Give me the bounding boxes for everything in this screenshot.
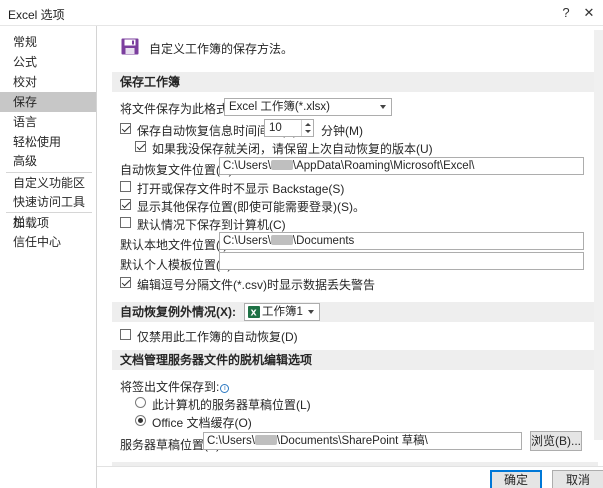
office-cache-label: Office 文档缓存(O) <box>152 416 252 430</box>
autorecover-location-prefix: C:\Users\ <box>223 160 271 172</box>
keep-last-version-label: 如果我没保存就关闭，请保留上次自动恢复的版本(U) <box>152 142 433 156</box>
autorecover-location-input[interactable]: C:\Users\ \AppData\Roaming\Microsoft\Exce… <box>219 157 584 175</box>
server-drafts-radio[interactable] <box>135 397 146 408</box>
autorecover-minutes-value: 10 <box>269 122 282 134</box>
default-local-location-prefix: C:\Users\ <box>223 235 271 247</box>
personal-template-label: 默认个人模板位置(T): <box>120 258 235 272</box>
autorecover-checkbox[interactable] <box>120 123 131 134</box>
chevron-down-icon <box>308 310 314 314</box>
default-local-location-input[interactable]: C:\Users\ \Documents <box>219 232 584 250</box>
sidebar-item-add-ins[interactable]: 加载项 <box>0 213 96 233</box>
spinner-down-icon[interactable] <box>305 130 311 133</box>
sidebar-item-proofing[interactable]: 校对 <box>0 72 96 92</box>
sidebar: 常规 公式 校对 保存 语言 轻松使用 高级 自定义功能区 快速访问工具栏 加载… <box>0 26 97 488</box>
redacted-username <box>270 235 293 245</box>
window-title: Excel 选项 <box>8 8 65 22</box>
no-backstage-checkbox[interactable] <box>120 181 131 192</box>
info-icon: i <box>220 384 230 393</box>
show-more-locations-label: 显示其他保存位置(即使可能需要登录)(S)。 <box>137 200 365 214</box>
browse-button[interactable]: 浏览(B)... <box>530 431 582 451</box>
help-button[interactable]: ? <box>555 3 577 23</box>
cancel-button[interactable]: 取消 <box>552 470 603 488</box>
office-cache-radio[interactable] <box>135 415 146 426</box>
sidebar-item-general[interactable]: 常规 <box>0 32 96 52</box>
page-header-text: 自定义工作簿的保存方法。 <box>149 42 294 56</box>
default-local-location-label: 默认本地文件位置(I): <box>120 238 231 252</box>
sidebar-item-trust-center[interactable]: 信任中心 <box>0 232 96 252</box>
title-bar: Excel 选项 ? ✕ <box>0 0 603 26</box>
show-more-locations-checkbox[interactable] <box>120 199 131 210</box>
autorecover-workbook-value: 工作簿1 <box>262 306 303 318</box>
svg-text:X: X <box>251 309 258 318</box>
sidebar-item-formulas[interactable]: 公式 <box>0 52 96 72</box>
ok-button[interactable]: 确定 <box>490 470 542 488</box>
section-save-workbooks: 保存工作簿 <box>112 72 598 92</box>
default-local-location-suffix: \Documents <box>292 235 355 247</box>
sidebar-item-customize-ribbon[interactable]: 自定义功能区 <box>0 173 96 193</box>
chevron-down-icon <box>380 105 386 109</box>
csv-warning-checkbox[interactable] <box>120 277 131 288</box>
sidebar-item-quick-access[interactable]: 快速访问工具栏 <box>0 192 96 229</box>
save-to-computer-checkbox[interactable] <box>120 217 131 228</box>
disable-autorecover-checkbox[interactable] <box>120 329 131 340</box>
save-format-value: Excel 工作簿(*.xlsx) <box>229 101 330 113</box>
autorecover-workbook-select[interactable]: X 工作簿1 <box>244 303 320 321</box>
save-checked-out-text: 将签出文件保存到: <box>120 380 220 394</box>
save-to-computer-label: 默认情况下保存到计算机(C) <box>137 218 286 232</box>
keep-last-version-checkbox[interactable] <box>135 141 146 152</box>
redacted-username <box>254 435 277 445</box>
no-backstage-label: 打开或保存文件时不显示 Backstage(S) <box>137 182 345 196</box>
sidebar-item-advanced[interactable]: 高级 <box>0 151 96 171</box>
disable-autorecover-label: 仅禁用此工作簿的自动恢复(D) <box>137 330 298 344</box>
server-drafts-location-input[interactable]: C:\Users\ \Documents\SharePoint 草稿\ <box>203 432 522 450</box>
excel-workbook-icon: X <box>248 306 260 318</box>
content-pane: 自定义工作簿的保存方法。 保存工作簿 将文件保存为此格式(F): Excel 工… <box>97 26 603 488</box>
section-offline-editing: 文档管理服务器文件的脱机编辑选项 <box>112 350 598 370</box>
minutes-label: 分钟(M) <box>321 124 363 138</box>
dialog-footer: 确定 取消 <box>97 466 603 488</box>
server-drafts-location-prefix: C:\Users\ <box>207 435 255 447</box>
server-drafts-location-suffix: \Documents\SharePoint 草稿\ <box>276 435 428 447</box>
personal-template-input[interactable] <box>219 252 584 270</box>
vertical-scrollbar[interactable] <box>594 30 603 440</box>
csv-warning-label: 编辑逗号分隔文件(*.csv)时显示数据丢失警告 <box>137 278 375 292</box>
section-autorecover-exceptions: 自动恢复例外情况(X): <box>112 302 598 322</box>
save-checked-out-label: 将签出文件保存到: i <box>120 378 230 395</box>
spinner-arrows[interactable] <box>301 120 313 136</box>
save-format-select[interactable]: Excel 工作簿(*.xlsx) <box>224 98 392 116</box>
autorecover-minutes-spinner[interactable]: 10 <box>264 119 314 137</box>
spinner-up-icon[interactable] <box>305 123 311 126</box>
close-button[interactable]: ✕ <box>578 3 600 23</box>
autorecover-exceptions-label: 自动恢复例外情况(X): <box>120 305 236 319</box>
sidebar-item-accessibility[interactable]: 轻松使用 <box>0 132 96 152</box>
server-drafts-label: 此计算机的服务器草稿位置(L) <box>152 398 311 412</box>
autorecover-location-suffix: \AppData\Roaming\Microsoft\Excel\ <box>292 160 475 172</box>
redacted-username <box>270 160 293 170</box>
floppy-disk-icon <box>121 38 139 55</box>
sidebar-item-save[interactable]: 保存 <box>0 92 96 112</box>
sidebar-item-language[interactable]: 语言 <box>0 112 96 132</box>
